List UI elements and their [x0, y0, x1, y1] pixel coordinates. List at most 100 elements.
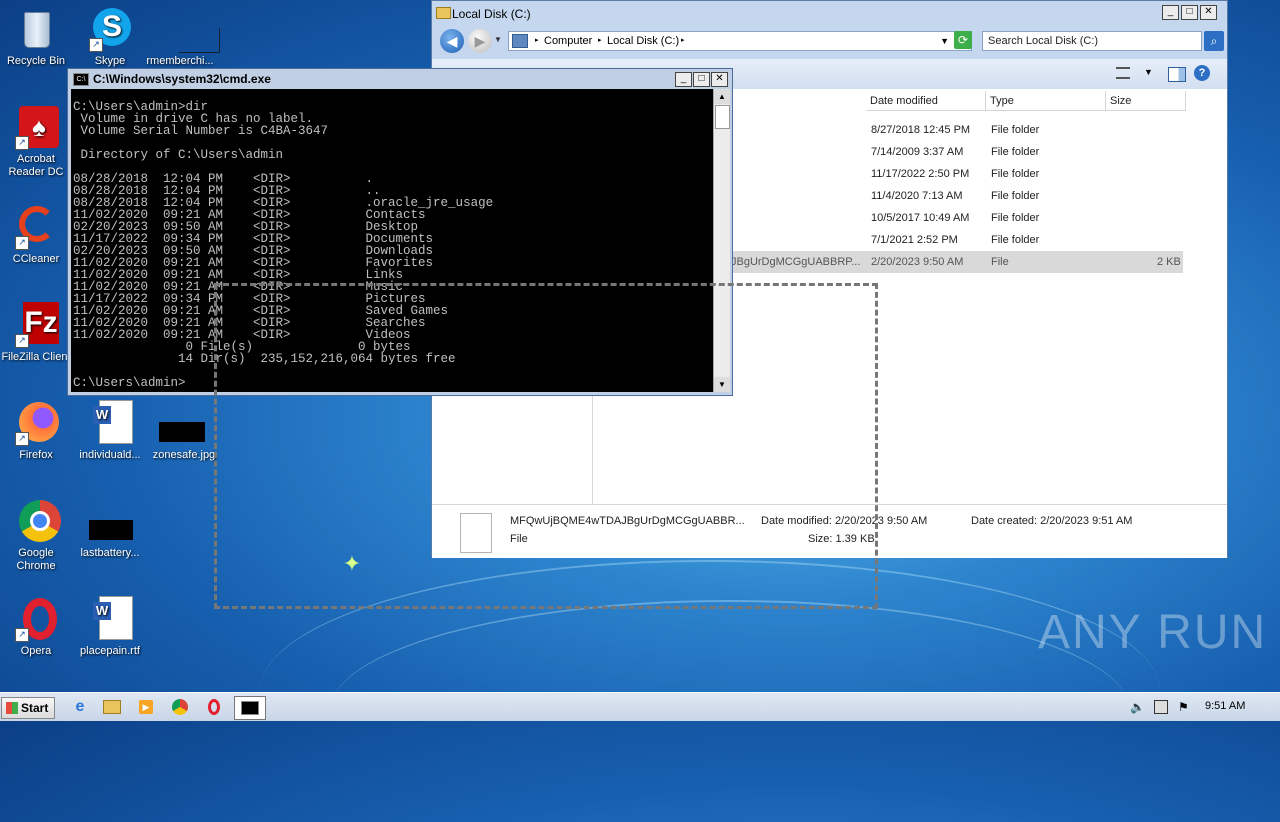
chrome-icon: [13, 498, 61, 544]
preview-pane-icon[interactable]: [1168, 67, 1186, 82]
file-icon: [157, 6, 220, 53]
network-icon[interactable]: [1154, 700, 1168, 714]
desktop-icon-placepain[interactable]: W placepain.rtf: [74, 596, 146, 658]
maximize-button[interactable]: □: [1181, 5, 1198, 20]
size-cell: 2 KB: [1157, 256, 1181, 268]
column-header-date[interactable]: Date modified: [866, 91, 986, 111]
file-row-selected[interactable]: JBgUrDgMCGgUABBRP... 2/20/2023 9:50 AM F…: [727, 251, 1183, 273]
shortcut-arrow-icon: ↗: [89, 38, 103, 52]
date-cell: 7/14/2009 3:37 AM: [871, 146, 964, 158]
column-header-type[interactable]: Type: [986, 91, 1106, 111]
taskbar-cmd-icon[interactable]: [234, 696, 266, 720]
name-cell: JBgUrDgMCGgUABBRP...: [731, 256, 861, 268]
scroll-thumb[interactable]: [715, 105, 730, 129]
view-options-icon[interactable]: [1116, 67, 1130, 79]
date-cell: 11/17/2022 2:50 PM: [871, 168, 970, 180]
type-cell: File folder: [991, 190, 1040, 202]
details-date-created: Date created: 2/20/2023 9:51 AM: [971, 515, 1133, 527]
file-row[interactable]: 8/27/2018 12:45 PM File folder: [727, 119, 1183, 141]
taskbar-media-player-icon[interactable]: ▶: [134, 696, 158, 718]
help-icon[interactable]: ?: [1194, 65, 1210, 81]
taskbar-opera-icon[interactable]: [202, 696, 226, 718]
desktop-icon-filezilla[interactable]: Fz ↗ FileZilla Client: [0, 302, 72, 364]
breadcrumb-separator-icon: ▸: [681, 37, 685, 44]
forward-button[interactable]: ▶: [468, 29, 492, 53]
desktop-icon-label: Acrobat Reader DC: [8, 153, 64, 178]
desktop-icon-label: placepain.rtf: [80, 645, 140, 657]
ccleaner-icon: ↗: [13, 204, 59, 250]
recycle-bin-icon: [13, 6, 59, 52]
file-row[interactable]: 7/1/2021 2:52 PM File folder: [727, 229, 1183, 251]
breadcrumb-local-disk[interactable]: Local Disk (C:): [607, 32, 679, 50]
date-cell: 11/4/2020 7:13 AM: [871, 190, 963, 202]
scroll-up-icon[interactable]: ▲: [714, 89, 730, 104]
file-row[interactable]: 11/17/2022 2:50 PM File folder: [727, 163, 1183, 185]
address-dropdown-icon[interactable]: ▼: [940, 32, 949, 50]
search-input[interactable]: Search Local Disk (C:): [982, 31, 1202, 51]
breadcrumb-separator-icon: ▸: [598, 37, 602, 44]
breadcrumb-separator-icon: ▸: [535, 37, 539, 44]
desktop-icon-lastbattery[interactable]: lastbattery...: [74, 498, 146, 560]
date-cell: 8/27/2018 12:45 PM: [871, 124, 971, 136]
desktop-icon-opera[interactable]: ↗ Opera: [0, 596, 72, 658]
desktop-icon-firefox[interactable]: ↗ Firefox: [0, 400, 72, 462]
start-button[interactable]: Start: [1, 697, 55, 719]
taskbar-explorer-icon[interactable]: [100, 696, 124, 718]
column-header-size[interactable]: Size: [1106, 91, 1186, 111]
desktop-icon-label: lastbattery...: [80, 547, 140, 559]
back-button[interactable]: ◀: [440, 29, 464, 53]
view-dropdown-icon[interactable]: ▼: [1144, 67, 1153, 77]
taskbar: Start e ▶ 🔈 ⚑ 9:51 AM: [0, 692, 1280, 721]
taskbar-ie-icon[interactable]: e: [68, 696, 92, 718]
minimize-button[interactable]: _: [1162, 5, 1179, 20]
breadcrumb-computer[interactable]: Computer: [544, 32, 592, 50]
search-icon[interactable]: ⌕: [1204, 31, 1224, 51]
desktop-icon-rmemberchi[interactable]: rmemberchi...: [144, 6, 220, 68]
refresh-button[interactable]: ⟳: [954, 31, 972, 49]
desktop-icon-label: Opera: [20, 645, 52, 657]
desktop-icon-label: CCleaner: [12, 253, 60, 265]
close-button[interactable]: ✕: [711, 72, 728, 87]
start-label: Start: [21, 701, 49, 715]
file-row[interactable]: 7/14/2009 3:37 AM File folder: [727, 141, 1183, 163]
file-icon: [87, 498, 133, 544]
maximize-button[interactable]: □: [693, 72, 710, 87]
close-button[interactable]: ✕: [1200, 5, 1217, 20]
type-cell: File folder: [991, 146, 1040, 158]
volume-icon[interactable]: 🔈: [1130, 700, 1145, 714]
desktop-icon-label: FileZilla Client: [1, 351, 71, 363]
type-cell: File folder: [991, 212, 1040, 224]
shortcut-arrow-icon: ↗: [15, 432, 29, 446]
desktop-icon-individuald[interactable]: W individuald...: [74, 400, 146, 462]
desktop-icon-zonesafe[interactable]: zonesafe.jpg: [148, 400, 220, 462]
desktop-icon-chrome[interactable]: Google Chrome: [0, 498, 72, 573]
desktop-icon-recycle-bin[interactable]: Recycle Bin: [0, 6, 72, 68]
selection-rectangle: [214, 283, 878, 609]
type-cell: File folder: [991, 168, 1040, 180]
skype-icon: S ↗: [87, 6, 133, 52]
date-cell: 2/20/2023 9:50 AM: [871, 256, 964, 268]
recent-pages-dropdown-icon[interactable]: ▼: [494, 35, 502, 44]
filezilla-icon: Fz ↗: [13, 302, 59, 348]
desktop-icon-label: rmemberchi...: [146, 55, 214, 67]
desktop-icon-label: Skype: [94, 55, 126, 67]
taskbar-clock[interactable]: 9:51 AM: [1205, 700, 1245, 712]
folder-icon: [436, 7, 451, 19]
shortcut-arrow-icon: ↗: [15, 136, 29, 150]
date-cell: 10/5/2017 10:49 AM: [871, 212, 970, 224]
desktop-icon-acrobat[interactable]: ♠ ↗ Acrobat Reader DC: [0, 104, 72, 179]
cmd-title: C:\Windows\system32\cmd.exe: [93, 72, 271, 86]
desktop-icon-ccleaner[interactable]: ↗ CCleaner: [0, 204, 72, 266]
address-bar[interactable]: ▸ Computer ▸ Local Disk (C:) ▸ ▼: [508, 31, 972, 51]
file-row[interactable]: 10/5/2017 10:49 AM File folder: [727, 207, 1183, 229]
minimize-button[interactable]: _: [675, 72, 692, 87]
desktop-icon-label: Recycle Bin: [6, 55, 66, 67]
windows-logo-icon: [6, 702, 18, 714]
firefox-icon: ↗: [13, 400, 59, 446]
desktop-icon-skype[interactable]: S ↗ Skype: [74, 6, 146, 68]
taskbar-chrome-icon[interactable]: [168, 696, 192, 718]
action-center-flag-icon[interactable]: ⚑: [1178, 700, 1192, 714]
shortcut-arrow-icon: ↗: [15, 236, 29, 250]
desktop-icon-label: individuald...: [79, 449, 141, 461]
file-row[interactable]: 11/4/2020 7:13 AM File folder: [727, 185, 1183, 207]
